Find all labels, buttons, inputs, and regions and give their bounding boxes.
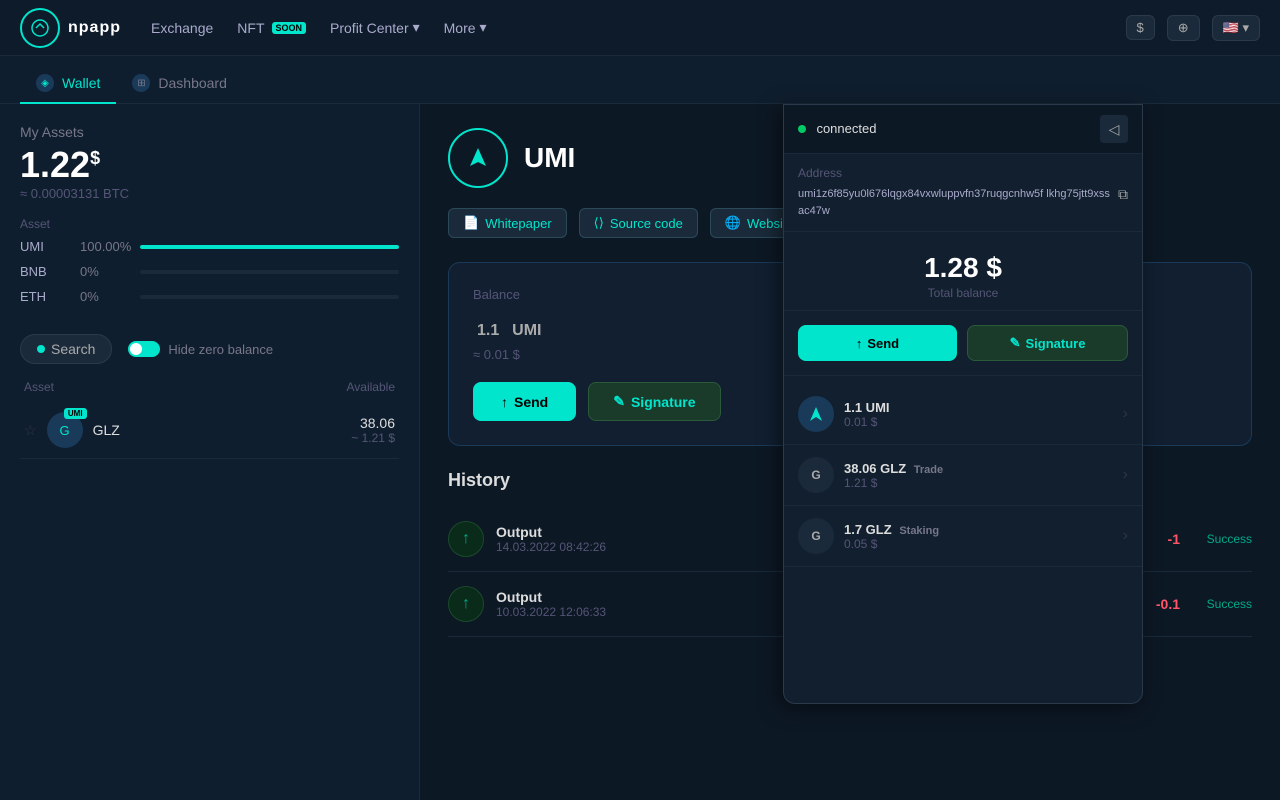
output-arrow-icon-2: ↑ (448, 586, 484, 622)
history-status-2: Success (1192, 597, 1252, 611)
wallet-tab-icon: ◈ (36, 74, 54, 92)
popup-glz-trade-info: 38.06 GLZ Trade 1.21 $ (844, 461, 1113, 490)
popup-asset-glz-trade[interactable]: G 38.06 GLZ Trade 1.21 $ › (784, 445, 1142, 506)
popup-glz-staking-info: 1.7 GLZ Staking 0.05 $ (844, 522, 1113, 551)
tab-wallet[interactable]: ◈ Wallet (20, 64, 116, 104)
website-icon: 🌐 (725, 215, 741, 231)
chevron-right-icon-umi: › (1123, 405, 1128, 423)
chevron-right-icon-glz-trade: › (1123, 466, 1128, 484)
asset-list-header: Asset Available (20, 380, 399, 394)
asset-list: Asset Available ☆ G UMI GLZ 38.06 ~ 1.21… (20, 380, 399, 780)
asset-breakdown-table: Asset UMI 100.00% BNB 0% ETH 0% (20, 217, 399, 314)
glz-name: GLZ (93, 422, 342, 438)
send-arrow-icon: ↑ (501, 394, 508, 410)
asset-row-eth: ETH 0% (20, 289, 399, 304)
address-label: Address (798, 166, 1128, 180)
connected-dot-icon (798, 125, 806, 133)
my-assets-label: My Assets (20, 124, 399, 140)
popup-address-section: Address umi1z6f85yu0l676lqgx84vxwluppvfn… (784, 154, 1142, 232)
popup-sig-icon: ✎ (1010, 335, 1021, 351)
popup-balance-section: 1.28 $ Total balance (784, 232, 1142, 311)
popup-send-icon: ↑ (856, 336, 863, 351)
popup-asset-glz-staking[interactable]: G 1.7 GLZ Staking 0.05 $ › (784, 506, 1142, 567)
source-code-icon: ⟨⟩ (594, 215, 604, 231)
signature-button[interactable]: ✎ Signature (588, 382, 720, 421)
icon2-button[interactable]: ⊕ (1167, 15, 1200, 41)
toggle-switch[interactable] (128, 341, 160, 357)
nav-exchange[interactable]: Exchange (151, 20, 213, 36)
umi-badge: UMI (64, 408, 87, 419)
nav-profit-center[interactable]: Profit Center ▾ (330, 19, 420, 36)
nft-badge: SOON (272, 22, 307, 34)
tab-dashboard[interactable]: ⊞ Dashboard (116, 64, 243, 104)
search-dot-icon (37, 345, 45, 353)
popup-umi-info: 1.1 UMI 0.01 $ (844, 400, 1113, 429)
nav-nft[interactable]: NFT SOON (237, 20, 306, 36)
btc-equivalent: ≈ 0.00003131 BTC (20, 186, 399, 201)
full-address: umi1z6f85yu0l676lqgx84vxwluppvfn37ruqgcn… (798, 186, 1110, 219)
search-row: Search Hide zero balance (20, 334, 399, 364)
logo-text: npapp (68, 19, 121, 37)
wallet-popup: connected ◁ Address umi1z6f85yu0l676lqgx… (783, 104, 1143, 704)
left-panel: My Assets 1.22$ ≈ 0.00003131 BTC Asset U… (0, 104, 420, 800)
popup-asset-list: 1.1 UMI 0.01 $ › G 38.06 GLZ Trade 1.21 … (784, 376, 1142, 575)
popup-glz-staking-icon: G (798, 518, 834, 554)
asset-table-header: Asset (20, 217, 399, 231)
history-status-1: Success (1192, 532, 1252, 546)
source-code-button[interactable]: ⟨⟩ Source code (579, 208, 698, 238)
logo-icon (20, 8, 60, 48)
popup-header: connected ◁ (784, 105, 1142, 154)
umi-name: UMI (524, 142, 575, 174)
header-right: $ ⊕ 🇺🇸 ▾ (1126, 15, 1260, 41)
search-button[interactable]: Search (20, 334, 112, 364)
chevron-right-icon-glz-staking: › (1123, 527, 1128, 545)
whitepaper-icon: 📄 (463, 215, 479, 231)
whitepaper-button[interactable]: 📄 Whitepaper (448, 208, 567, 238)
popup-glz-trade-icon: G (798, 457, 834, 493)
tabs-bar: ◈ Wallet ⊞ Dashboard (0, 56, 1280, 104)
dashboard-tab-icon: ⊞ (132, 74, 150, 92)
popup-umi-icon (798, 396, 834, 432)
popup-send-button[interactable]: ↑ Send (798, 325, 957, 361)
popup-total-balance-value: 1.28 $ (798, 252, 1128, 284)
copy-address-button[interactable]: ⧉ (1118, 186, 1128, 203)
list-item-glz[interactable]: ☆ G UMI GLZ 38.06 ~ 1.21 $ (20, 402, 399, 459)
popup-signature-button[interactable]: ✎ Signature (967, 325, 1128, 361)
send-button[interactable]: ↑ Send (473, 382, 576, 421)
main-content: My Assets 1.22$ ≈ 0.00003131 BTC Asset U… (0, 104, 1280, 800)
hide-zero-toggle[interactable]: Hide zero balance (128, 341, 273, 357)
popup-asset-umi[interactable]: 1.1 UMI 0.01 $ › (784, 384, 1142, 445)
language-button[interactable]: 🇺🇸 ▾ (1212, 15, 1260, 41)
header: npapp Exchange NFT SOON Profit Center ▾ … (0, 0, 1280, 56)
asset-row-umi: UMI 100.00% (20, 239, 399, 254)
popup-close-button[interactable]: ◁ (1100, 115, 1128, 143)
glz-amount: 38.06 ~ 1.21 $ (351, 415, 395, 445)
umi-logo-icon (448, 128, 508, 188)
asset-icon-wrap-glz: G UMI (47, 412, 83, 448)
toggle-knob (130, 343, 142, 355)
nav-more[interactable]: More ▾ (444, 19, 487, 36)
assets-total-value: 1.22$ (20, 144, 399, 186)
popup-total-balance-label: Total balance (798, 286, 1128, 300)
signature-icon: ✎ (613, 393, 625, 410)
popup-action-row: ↑ Send ✎ Signature (784, 311, 1142, 376)
connected-status: connected (798, 120, 876, 138)
logo[interactable]: npapp (20, 8, 121, 48)
output-arrow-icon-1: ↑ (448, 521, 484, 557)
dollar-button[interactable]: $ (1126, 15, 1155, 40)
asset-row-bnb: BNB 0% (20, 264, 399, 279)
address-row: umi1z6f85yu0l676lqgx84vxwluppvfn37ruqgcn… (798, 186, 1128, 219)
star-icon-glz[interactable]: ☆ (24, 422, 37, 439)
